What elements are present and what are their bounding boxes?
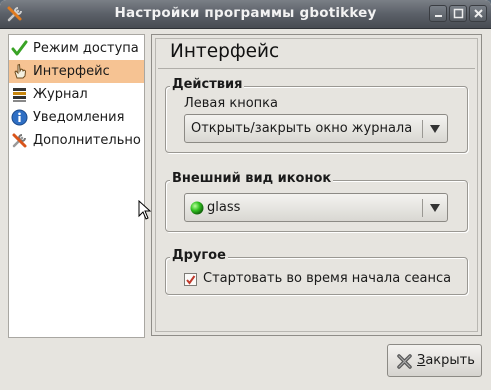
label-rest: акрыть — [425, 353, 475, 368]
check-icon — [186, 275, 196, 285]
group-label: Внешний вид иконок — [170, 171, 334, 186]
select-value: glass — [207, 200, 241, 215]
left-button-action-select[interactable]: Открыть/закрыть окно журнала — [184, 114, 448, 143]
sidebar-item-label: Уведомления — [33, 110, 125, 125]
sidebar-item-label: Режим доступа — [33, 41, 139, 56]
window-title: Настройки программы gbotikkey — [114, 5, 377, 21]
sidebar-item-label: Дополнительно — [33, 133, 141, 148]
green-ball-icon — [190, 201, 204, 215]
close-window-button[interactable] — [469, 5, 487, 22]
select-divider — [422, 199, 423, 217]
preferences-window: Настройки программы gbotikkey Режим дост… — [0, 0, 491, 390]
info-icon — [11, 109, 28, 126]
sidebar-item-advanced[interactable]: Дополнительно — [9, 129, 144, 152]
mouse-cursor-icon — [138, 200, 152, 220]
page-title: Интерфейс — [170, 41, 280, 62]
minimize-button[interactable] — [429, 5, 447, 22]
actions-group: Действия Левая кнопка Открыть/закрыть ок… — [165, 77, 468, 153]
close-icon — [474, 9, 483, 18]
close-button-label: Закрыть — [417, 353, 475, 368]
chevron-down-icon — [430, 204, 440, 212]
other-group: Другое Стартовать во время начала сеанса — [165, 248, 468, 295]
hand-pointer-icon — [14, 63, 27, 79]
icon-appearance-group: Внешний вид иконок glass — [165, 171, 468, 232]
start-on-login-label[interactable]: Стартовать во время начала сеанса — [203, 271, 451, 286]
sidebar-item-journal[interactable]: Журнал — [9, 83, 144, 106]
maximize-icon — [453, 8, 464, 19]
sidebar-item-notifications[interactable]: Уведомления — [9, 106, 144, 129]
tools-icon — [12, 133, 27, 148]
maximize-button[interactable] — [449, 5, 467, 22]
left-button-label: Левая кнопка — [184, 96, 278, 111]
select-divider — [422, 120, 423, 138]
start-on-login-checkbox[interactable] — [184, 273, 197, 286]
close-icon — [397, 354, 412, 369]
group-label: Действия — [170, 77, 245, 92]
close-button[interactable]: Закрыть — [387, 344, 482, 377]
icon-style-select[interactable]: glass — [184, 193, 448, 222]
sidebar-item-access-mode[interactable]: Режим доступа — [9, 37, 144, 60]
chevron-down-icon — [430, 125, 440, 133]
title-bar[interactable]: Настройки программы gbotikkey — [0, 0, 491, 29]
category-list[interactable]: Режим доступа Интерфейс Журнал Уведомлен… — [8, 34, 145, 338]
title-divider — [158, 68, 475, 69]
sidebar-item-interface[interactable]: Интерфейс — [9, 60, 144, 83]
sidebar-item-label: Журнал — [33, 87, 88, 102]
checkmark-icon — [11, 40, 28, 56]
group-label: Другое — [170, 248, 228, 263]
journal-icon — [13, 88, 26, 102]
select-value: Открыть/закрыть окно журнала — [191, 121, 413, 136]
minimize-icon — [435, 15, 442, 17]
sidebar-item-label: Интерфейс — [33, 64, 110, 79]
